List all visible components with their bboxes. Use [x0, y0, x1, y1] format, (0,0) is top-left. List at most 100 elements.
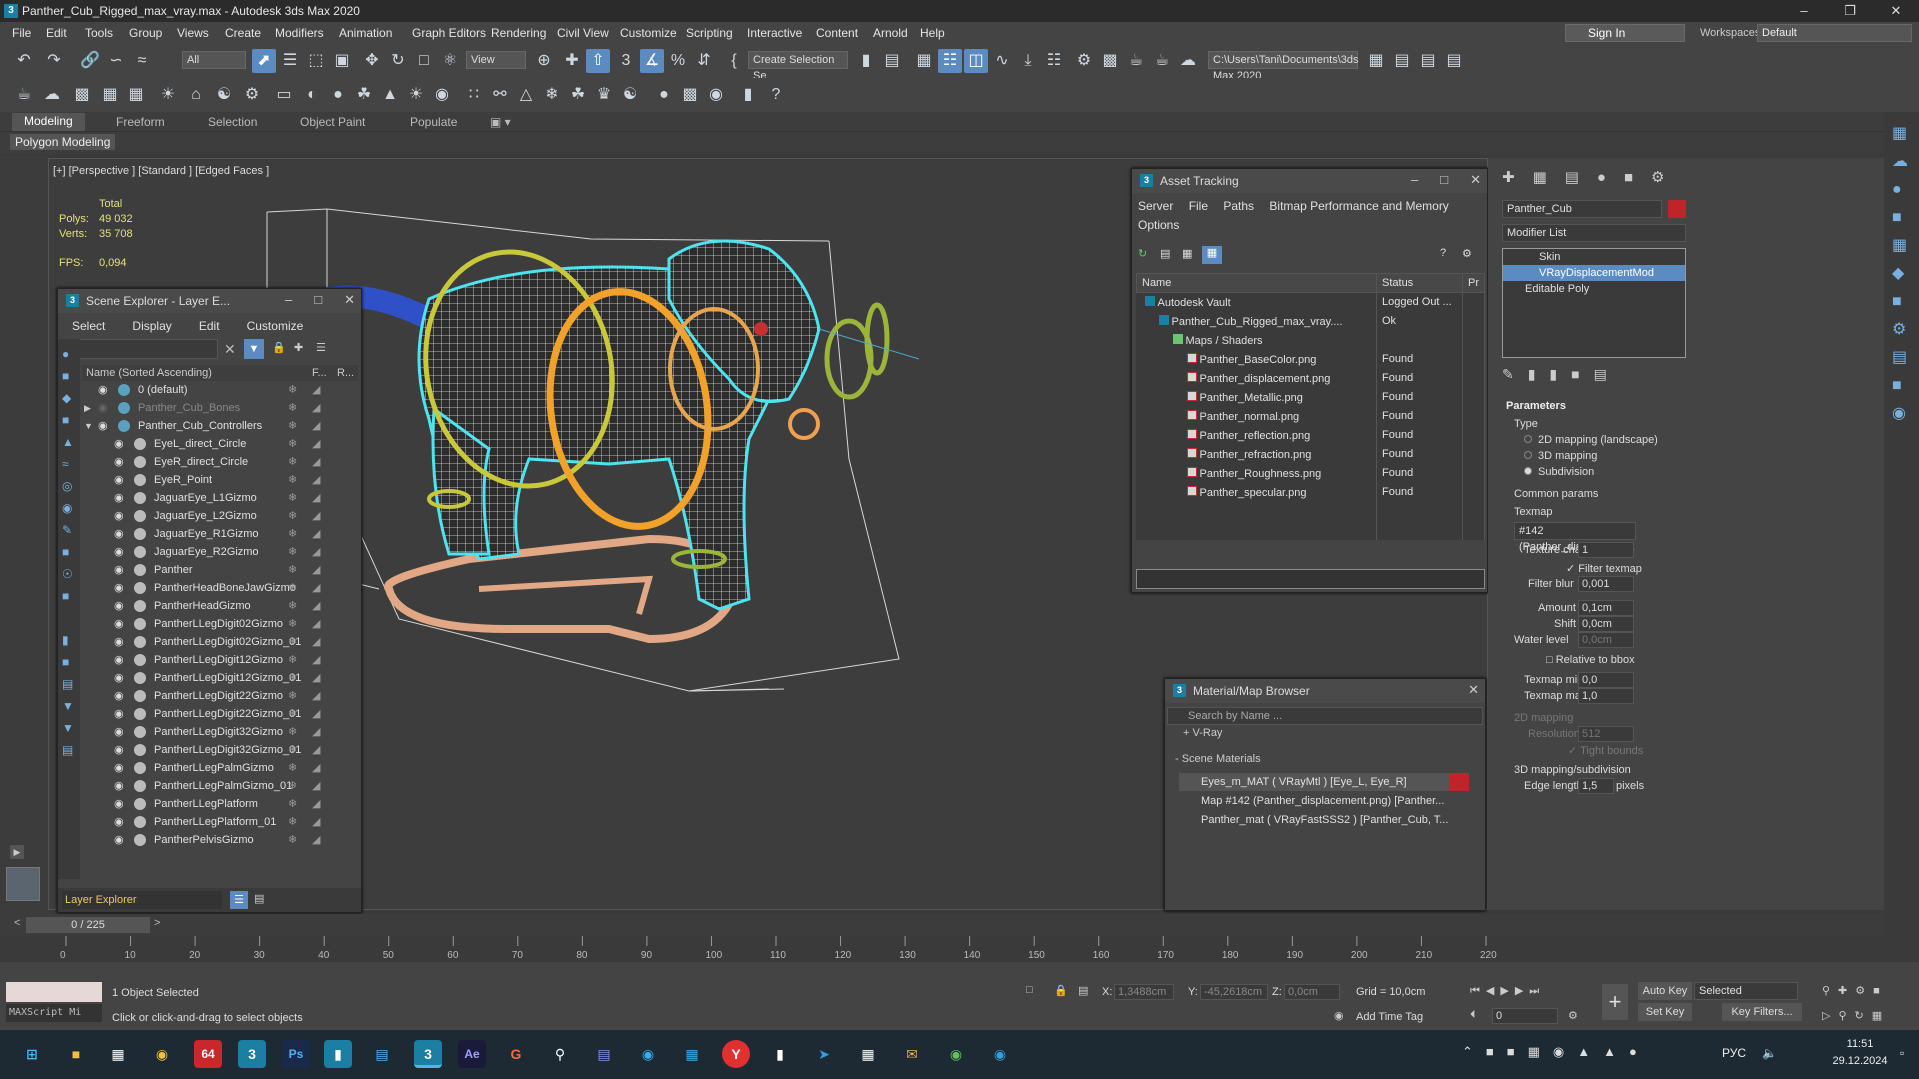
language-indicator[interactable]: РУС [1722, 1046, 1746, 1060]
scene-tree-row[interactable]: ◉ EyeR_direct_Circle ❄ ◢ [82, 453, 352, 471]
add-time-tag[interactable]: Add Time Tag [1356, 1011, 1423, 1023]
asset-row[interactable]: Panther_refraction.png Found [1136, 444, 1485, 464]
undo-icon[interactable]: ↶ [12, 49, 36, 73]
scene-tree-row[interactable]: ◉ PantherLLegPlatform_01 ❄ ◢ [82, 813, 352, 831]
freeze-icon[interactable]: ❄ [288, 435, 297, 453]
render-icon[interactable]: ◢ [312, 435, 320, 453]
select-object-icon[interactable]: ⬈ [252, 49, 276, 73]
viewport-layout-icon[interactable]: ▤ [1390, 49, 1414, 73]
prev-frame-icon[interactable]: < [14, 917, 20, 929]
render-icon[interactable]: ◢ [312, 831, 320, 849]
layout-tabs-2-icon[interactable]: ▤ [1442, 49, 1466, 73]
render-icon[interactable]: ◢ [312, 597, 320, 615]
clock-date[interactable]: 29.12.2024 [1822, 1055, 1898, 1067]
visibility-eye-icon[interactable]: ◉ [114, 543, 124, 561]
vray-fur-icon[interactable]: ♛ [592, 83, 616, 107]
asset-row[interactable]: Panther_displacement.png Found [1136, 368, 1485, 388]
scene-tree-row[interactable]: ◉ PantherLLegPalmGizmo_01 ❄ ◢ [82, 777, 352, 795]
spinner-snap-icon[interactable]: ⇵ [692, 49, 716, 73]
named-selection-select[interactable]: Create Selection Se [748, 51, 848, 82]
auto-key-button[interactable]: Auto Key [1638, 982, 1692, 1000]
scene-tree-row[interactable]: ◉ PantherLLegDigit12Gizmo_01 ❄ ◢ [82, 669, 352, 687]
percent-snap-icon[interactable]: % [666, 49, 690, 73]
render-icon[interactable]: ◢ [312, 453, 320, 471]
render-icon[interactable]: ◢ [312, 759, 320, 777]
freeze-icon[interactable]: ❄ [288, 417, 297, 435]
proxy-icon[interactable]: △ [514, 83, 538, 107]
material-item[interactable]: Eyes_m_MAT ( VRayMtl ) [Eye_L, Eye_R] [1179, 773, 1469, 791]
scene-tree-row[interactable]: ◉ JaguarEye_R1Gizmo ❄ ◢ [82, 525, 352, 543]
asset-row[interactable]: Panther_specular.png Found [1136, 482, 1485, 502]
menu-animation[interactable]: Animation [339, 26, 392, 40]
render-icon[interactable]: ◢ [312, 669, 320, 687]
placement-icon[interactable]: ⚛ [438, 49, 462, 73]
vray-group[interactable]: + V-Ray [1183, 727, 1222, 739]
table-view-icon[interactable]: ▦ [1202, 246, 1222, 264]
scene-tree-row[interactable]: ◉ PantherLLegDigit32Gizmo ❄ ◢ [82, 723, 352, 741]
freeze-icon[interactable]: ❄ [288, 831, 297, 849]
render-icon[interactable]: ◢ [312, 561, 320, 579]
tree-icon[interactable]: ☘ [352, 83, 376, 107]
edit-named-sel-icon[interactable]: { [722, 49, 746, 73]
edge-length-spinner[interactable]: 1,5 [1578, 778, 1614, 794]
scene-tree-row[interactable]: ◉ JaguarEye_L2Gizmo ❄ ◢ [82, 507, 352, 525]
select-manipulate-icon[interactable]: ✚ [560, 49, 584, 73]
workspace-select[interactable]: Default [1757, 24, 1912, 42]
render-icon[interactable]: ◢ [312, 723, 320, 741]
column-f[interactable]: F... [312, 365, 327, 381]
tab-freeform[interactable]: Freeform [116, 115, 165, 129]
project-folder-icon[interactable]: ▦ [1364, 49, 1388, 73]
lock-icon[interactable]: 🔒 [272, 341, 286, 354]
visibility-eye-icon[interactable]: ◉ [114, 579, 124, 597]
freeze-icon[interactable]: ❄ [288, 525, 297, 543]
visibility-eye-icon[interactable]: ◉ [114, 453, 124, 471]
command-panel-tabs[interactable]: ✚▦▤●■⚙ [1502, 168, 1682, 186]
render-icon[interactable]: ◢ [312, 579, 320, 597]
snowflake-icon[interactable]: ❄ [540, 83, 564, 107]
render-icon[interactable]: ◢ [312, 705, 320, 723]
scene-tree-row[interactable]: ◉ Panther ❄ ◢ [82, 561, 352, 579]
rendered-frame-icon[interactable]: ▩ [1098, 49, 1122, 73]
rotate-icon[interactable]: ↻ [386, 49, 410, 73]
menu-group[interactable]: Group [129, 26, 162, 40]
asset-col-pr[interactable]: Pr [1462, 273, 1485, 293]
asset-menu-options[interactable]: Options [1138, 218, 1179, 232]
hierarchy-view-icon[interactable]: ▤ [254, 892, 264, 905]
asset-menu-file[interactable]: File [1189, 199, 1208, 213]
menu-tools[interactable]: Tools [85, 26, 113, 40]
freeze-icon[interactable]: ❄ [288, 381, 297, 399]
maximize-icon[interactable]: □ [314, 292, 322, 307]
plane-icon[interactable]: ▭ [272, 83, 296, 107]
material-item[interactable]: Panther_mat ( VRayFastSSS2 ) [Panther_Cu… [1179, 811, 1469, 829]
calculator-icon[interactable]: ▦ [98, 83, 122, 107]
camera-icon[interactable]: ◉ [986, 1040, 1014, 1068]
y-coord-field[interactable]: -45,2618cm [1200, 984, 1268, 1000]
asset-menu-paths[interactable]: Paths [1223, 199, 1254, 213]
light-bulb-icon[interactable]: ☀ [156, 83, 180, 107]
modifier-list-select[interactable]: Modifier List [1502, 224, 1686, 242]
detail-view-icon[interactable]: ▦ [1182, 247, 1192, 260]
visibility-eye-icon[interactable]: ◉ [114, 795, 124, 813]
freeze-icon[interactable]: ❄ [288, 507, 297, 525]
asset-row[interactable] [1136, 520, 1485, 540]
ref-coord-select[interactable]: View [466, 51, 526, 69]
scale-icon[interactable]: □ [412, 49, 436, 73]
helpers-icon[interactable]: ⌂ [184, 83, 208, 107]
asset-row[interactable]: Maps / Shaders [1136, 330, 1485, 350]
visibility-eye-icon[interactable]: ◉ [98, 399, 108, 417]
polygon-modeling-tab[interactable]: Polygon Modeling [10, 134, 116, 150]
project-path-select[interactable]: C:\Users\Tani\Documents\3ds Max 2020 [1208, 51, 1359, 82]
light-sphere-icon[interactable]: ◉ [430, 83, 454, 107]
render-icon[interactable]: ◢ [312, 471, 320, 489]
current-frame-field[interactable]: 0 [1492, 1008, 1558, 1024]
explorer-type-select[interactable]: Layer Explorer [62, 891, 222, 909]
vray-material-icon[interactable]: ◉ [704, 83, 728, 107]
tray-icons[interactable]: ⌃■■▦◉▲▲● [1462, 1044, 1650, 1060]
render-setup-icon[interactable]: ⚙ [1072, 49, 1096, 73]
next-frame-icon[interactable]: > [154, 917, 160, 929]
asset-tracking-header[interactable]: 3 Asset Tracking – □ ✕ [1132, 169, 1487, 193]
start-icon[interactable]: ⊞ [18, 1040, 46, 1068]
freeze-icon[interactable]: ❄ [288, 543, 297, 561]
scene-tree-row[interactable]: ◉ PantherLLegDigit02Gizmo ❄ ◢ [82, 615, 352, 633]
menu-views[interactable]: Views [177, 26, 209, 40]
